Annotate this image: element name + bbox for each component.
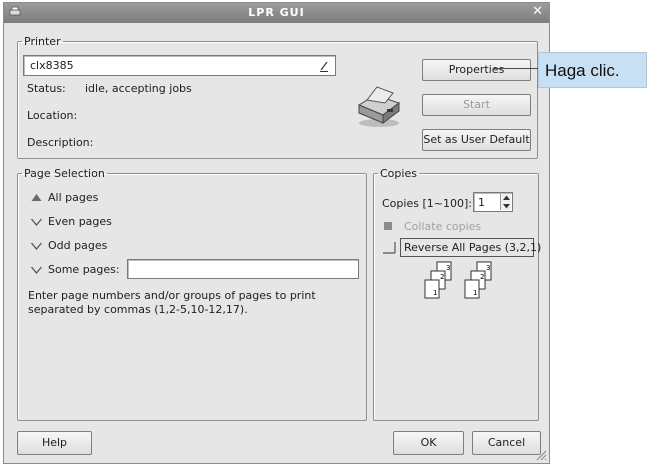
reverse-checkbox[interactable]: Reverse All Pages (3,2,1) (380, 238, 541, 258)
help-button[interactable]: Help (17, 431, 92, 455)
reverse-label: Reverse All Pages (3,2,1) (404, 241, 542, 254)
combo-arrow-icon[interactable] (319, 59, 329, 73)
radio-all-pages[interactable]: All pages (31, 190, 181, 206)
printer-combo[interactable]: clx8385 (23, 55, 336, 76)
collate-check-icon (384, 222, 392, 230)
spin-buttons[interactable] (500, 194, 511, 210)
page-number-2b: 2 (480, 273, 484, 281)
window-title: LPR GUI (248, 6, 305, 19)
page-number-1a: 1 (433, 289, 437, 297)
printer-legend: Printer (24, 35, 61, 48)
set-default-button[interactable]: Set as User Default (422, 129, 531, 151)
some-pages-input[interactable] (127, 259, 359, 279)
start-button[interactable]: Start (422, 94, 531, 116)
spin-down-icon[interactable] (503, 203, 510, 209)
page-number-3b: 3 (486, 264, 490, 272)
status-value: idle, accepting jobs (85, 82, 192, 95)
page-number-1b: 1 (473, 289, 477, 297)
properties-button[interactable]: Properties (422, 59, 531, 81)
radio-odd-pages-label: Odd pages (48, 239, 108, 252)
copies-label: Copies [1~100]: (382, 197, 472, 210)
reverse-label-box: Reverse All Pages (3,2,1) (400, 238, 541, 257)
page-selection-legend: Page Selection (24, 167, 105, 180)
radio-unselected-icon (31, 242, 42, 250)
copies-spinbox[interactable]: 1 (473, 192, 513, 212)
page-selection-hint: Enter page numbers and/or groups of page… (28, 289, 316, 316)
printer-name: clx8385 (30, 59, 74, 72)
title-bar[interactable]: LPR GUI ✕ (4, 3, 549, 23)
radio-some-pages[interactable]: Some pages: (31, 262, 126, 278)
radio-even-pages[interactable]: Even pages (31, 214, 181, 230)
radio-unselected-icon (31, 266, 42, 274)
radio-some-pages-label: Some pages: (48, 263, 120, 276)
radio-all-pages-label: All pages (48, 191, 99, 204)
close-icon[interactable]: ✕ (532, 4, 543, 19)
copies-value: 1 (478, 196, 485, 209)
printer-icon (357, 86, 401, 127)
callout-leader-line (493, 68, 538, 69)
radio-odd-pages[interactable]: Odd pages (31, 238, 181, 254)
radio-even-pages-label: Even pages (48, 215, 112, 228)
radio-selected-icon (31, 194, 42, 201)
lpr-gui-window: LPR GUI ✕ Printer clx8385 Status: idle, … (3, 2, 550, 464)
callout-box: Haga clic. (538, 52, 647, 88)
page-number-2a: 2 (440, 273, 444, 281)
copies-legend: Copies (380, 167, 417, 180)
radio-unselected-icon (31, 218, 42, 226)
page-number-3a: 3 (446, 264, 450, 272)
resize-grip-icon[interactable] (535, 449, 547, 461)
reverse-check-icon (383, 242, 396, 254)
ok-button[interactable]: OK (393, 431, 464, 455)
cancel-button[interactable]: Cancel (472, 431, 541, 455)
description-label: Description: (27, 136, 94, 149)
location-label: Location: (27, 109, 78, 122)
collate-label: Collate copies (404, 220, 482, 233)
collate-pages-illustration: 3 2 1 3 2 1 (424, 261, 492, 299)
callout-text: Haga clic. (545, 61, 620, 80)
status-label: Status: (27, 82, 66, 95)
spin-up-icon[interactable] (503, 195, 510, 201)
collate-checkbox[interactable]: Collate copies (382, 219, 522, 235)
